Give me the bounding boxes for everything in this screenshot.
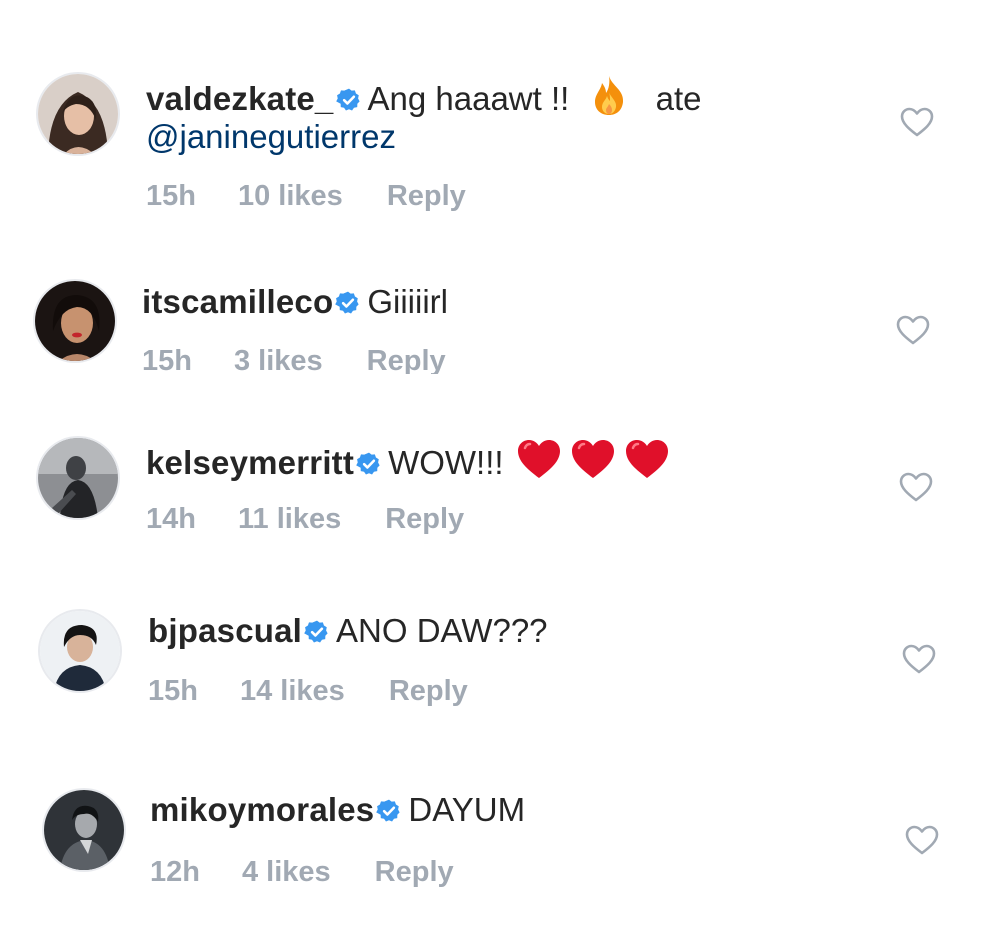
red-heart-emoji-icon (515, 438, 563, 480)
comment-meta: 12h 4 likes Reply (150, 856, 454, 889)
likes-count[interactable]: 14 likes (240, 675, 345, 708)
timestamp: 15h (142, 345, 192, 374)
comment-meta: 15h 3 likes Reply (142, 345, 446, 374)
avatar[interactable] (40, 611, 120, 691)
heart-icon[interactable] (905, 825, 939, 855)
heart-icon[interactable] (896, 315, 930, 345)
heart-icon[interactable] (902, 644, 936, 674)
timestamp: 14h (146, 503, 196, 535)
timestamp: 15h (146, 180, 196, 212)
likes-count[interactable]: 4 likes (242, 856, 331, 889)
verified-badge-icon (304, 619, 330, 645)
likes-count[interactable]: 11 likes (238, 503, 341, 536)
reply-button[interactable]: Reply (387, 180, 466, 213)
reply-button[interactable]: Reply (367, 345, 446, 374)
comment-item: mikoymorales DAYUM 12h 4 likes Reply (0, 0, 1000, 888)
reply-button[interactable]: Reply (385, 503, 464, 536)
username[interactable]: mikoymorales (150, 791, 374, 828)
comment-line: kelseymerritt WOW!!! (146, 438, 671, 484)
likes-count[interactable]: 10 likes (238, 180, 343, 213)
comment-line: itscamilleco Giiiiirl (142, 281, 448, 323)
comment-meta: 15h 10 likes Reply (146, 180, 466, 213)
comment-meta: 15h 14 likes Reply (148, 675, 468, 708)
comment-line: mikoymorales DAYUM (150, 789, 525, 831)
comment-text: DAYUM (408, 791, 526, 828)
comment-text: Giiiiirl (367, 283, 448, 320)
avatar[interactable] (35, 281, 115, 361)
red-heart-emoji-icon (623, 438, 671, 480)
comment-line: bjpascual ANO DAW??? (148, 610, 548, 652)
username[interactable]: itscamilleco (142, 283, 333, 320)
avatar[interactable] (44, 790, 124, 870)
username[interactable]: kelseymerritt (146, 444, 354, 481)
verified-badge-icon (356, 451, 382, 477)
likes-count[interactable]: 3 likes (234, 345, 323, 374)
timestamp: 12h (150, 856, 200, 888)
timestamp: 15h (148, 675, 198, 707)
verified-badge-icon (335, 290, 361, 316)
red-heart-emoji-icon (569, 438, 617, 480)
comment-text: WOW!!! (388, 444, 504, 481)
verified-badge-icon (376, 798, 402, 824)
comment-meta: 14h 11 likes Reply (146, 503, 464, 536)
heart-icon[interactable] (899, 472, 933, 502)
username[interactable]: bjpascual (148, 612, 302, 649)
reply-button[interactable]: Reply (375, 856, 454, 889)
avatar[interactable] (38, 438, 118, 518)
comment-text: ANO DAW??? (336, 612, 548, 649)
reply-button[interactable]: Reply (389, 675, 468, 708)
